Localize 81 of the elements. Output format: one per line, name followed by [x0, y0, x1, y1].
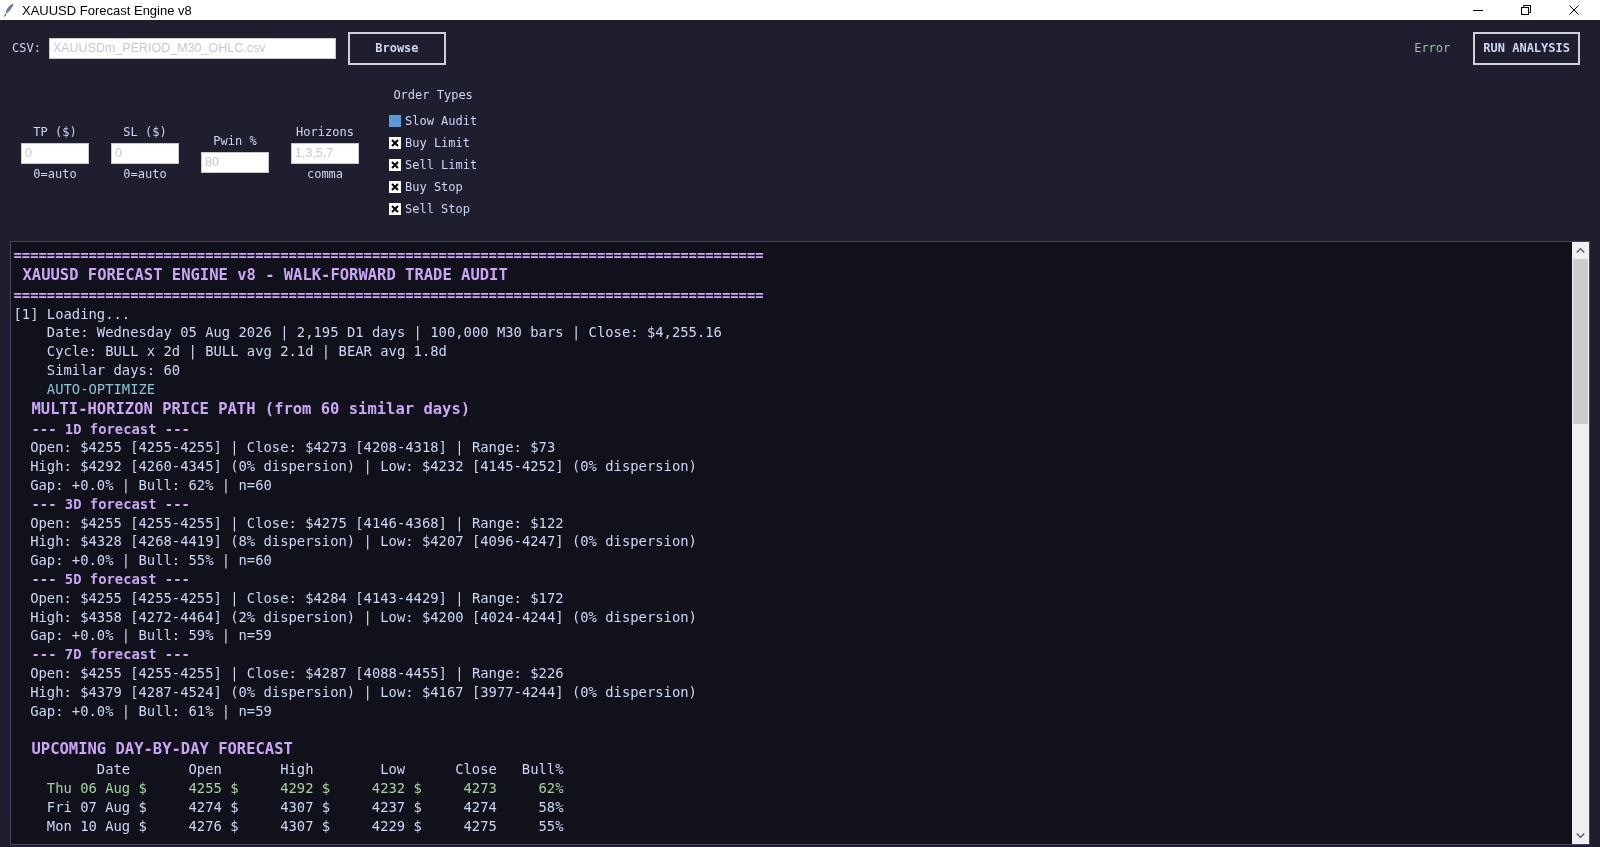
close-icon[interactable] — [1569, 5, 1579, 15]
restore-icon[interactable] — [1521, 5, 1531, 15]
scrollbar-thumb[interactable] — [1573, 259, 1588, 424]
table-cell: 4232 $ — [371, 778, 422, 798]
column-header: Date — [96, 760, 131, 779]
console-line: Open: $4255 [4255-4255] | Close: $4273 [4208-4318] | Range: $73 — [30, 438, 556, 458]
console-line: High: $4379 [4287-4524] (0% dispersion) | Low: $4167 [3977-4244] (0% dispersion) — [30, 682, 697, 702]
subsection-heading: --- 5D forecast --- — [31, 569, 190, 589]
console-line: Gap: +0.0% | Bull: 62% | n=60 — [30, 475, 272, 495]
console-line: Open: $4255 [4255-4255] | Close: $4275 [4146-4368] | Range: $122 — [30, 513, 564, 533]
subsection-heading: --- 3D forecast --- — [31, 494, 190, 514]
console-line: Date: Wednesday 05 Aug 2026 | 2,195 D1 days | 100,000 M30 bars | Close: $4,255.16 — [46, 323, 722, 343]
column-header: High — [280, 760, 314, 779]
param-label: Pwin % — [213, 133, 257, 149]
checkbox[interactable] — [389, 159, 401, 171]
console-rule: ========================================================================================== — [13, 285, 764, 305]
console-line: High: $4358 [4272-4464] (2% dispersion) | Low: $4200 [4024-4244] (0% dispersion) — [30, 607, 697, 627]
checkbox[interactable] — [389, 181, 401, 193]
console-line: Similar days: 60 — [46, 361, 181, 380]
run-analysis-button[interactable]: RUN ANALYSIS — [1473, 31, 1580, 65]
table-cell: Fri 07 Aug $ — [46, 797, 147, 817]
console-title: XAUUSD FORECAST ENGINE v8 - WALK-FORWARD TRADE AUDIT — [22, 264, 508, 286]
console-line: High: $4292 [4260-4345] (0% dispersion) | Low: $4232 [4145-4252] (0% dispersion) — [30, 457, 697, 476]
console-line: Open: $4255 [4255-4255] | Close: $4287 [4088-4455] | Range: $226 — [30, 663, 564, 683]
table-cell: 4292 $ — [280, 778, 331, 798]
param-label: Horizons — [296, 124, 354, 140]
csv-label: CSV: — [12, 41, 41, 55]
console-rule: ========================================================================================== — [13, 246, 764, 265]
table-cell: 4274 — [463, 797, 497, 817]
chevron-up-icon[interactable] — [1576, 248, 1585, 253]
console-line: Cycle: BULL x 2d | BULL avg 2.1d | BEAR avg 1.8d — [46, 342, 447, 361]
checkbox-label[interactable]: Buy Stop — [405, 180, 463, 194]
table-cell: 4275 — [463, 816, 497, 836]
hint-text: 0=auto — [123, 166, 167, 182]
table-cell: 4273 — [463, 778, 497, 798]
console-line: High: $4328 [4268-4419] (8% dispersion) | Low: $4207 [4096-4247] (0% dispersion) — [30, 532, 697, 552]
console-line: Gap: +0.0% | Bull: 61% | n=59 — [30, 701, 272, 721]
checkbox-label[interactable]: Sell Stop — [405, 202, 471, 216]
hint-text: 0=auto — [33, 166, 77, 182]
scrollbar[interactable] — [1572, 242, 1589, 844]
hint-text: comma — [306, 166, 344, 182]
subsection-heading: --- 1D forecast --- — [31, 419, 190, 439]
checkbox[interactable] — [389, 115, 401, 127]
checkbox-label[interactable]: Sell Limit — [405, 158, 478, 172]
minimize-icon[interactable] — [1473, 9, 1483, 11]
section-heading: UPCOMING DAY-BY-DAY FORECAST — [31, 739, 293, 761]
checkbox-label[interactable]: Buy Limit — [405, 136, 471, 150]
feather-icon — [4, 3, 14, 17]
checkbox[interactable] — [389, 203, 401, 215]
console-line: Gap: +0.0% | Bull: 55% | n=60 — [30, 551, 272, 570]
browse-button[interactable]: Browse — [347, 31, 446, 65]
column-header: Bull% — [521, 760, 564, 779]
table-cell: 4276 $ — [188, 816, 239, 836]
console-line: [1] Loading... — [13, 304, 131, 324]
table-cell: 58% — [538, 797, 564, 817]
section-heading: MULTI-HORIZON PRICE PATH (from 60 similar days) — [31, 398, 471, 420]
chevron-down-icon[interactable] — [1576, 833, 1585, 838]
console-line: Gap: +0.0% | Bull: 59% | n=59 — [30, 626, 272, 646]
group-heading: Order Types — [393, 88, 473, 103]
subsection-heading: --- 7D forecast --- — [31, 645, 190, 664]
table-cell: 55% — [538, 816, 564, 836]
table-cell: 4255 $ — [188, 778, 239, 798]
checkbox-label[interactable]: Slow Audit — [405, 114, 478, 128]
table-cell: 62% — [538, 778, 564, 798]
checkbox[interactable] — [389, 137, 401, 149]
param-label: TP ($) — [33, 124, 77, 140]
console-line: Open: $4255 [4255-4255] | Close: $4284 [4143-4429] | Range: $172 — [30, 588, 564, 608]
table-cell: 4229 $ — [371, 816, 422, 836]
table-cell: Thu 06 Aug $ — [46, 778, 147, 798]
column-header: Low — [380, 760, 406, 779]
column-header: Close — [455, 760, 497, 779]
status-text: Error — [1414, 41, 1451, 55]
window-title: XAUUSD Forecast Engine v8 — [22, 2, 192, 18]
table-cell: 4307 $ — [280, 797, 331, 817]
table-cell: 4274 $ — [188, 797, 239, 817]
table-cell: 4307 $ — [280, 816, 331, 836]
console-note: AUTO-OPTIMIZE — [46, 379, 156, 399]
param-label: SL ($) — [123, 124, 167, 140]
table-cell: Mon 10 Aug $ — [46, 816, 147, 836]
column-header: Open — [188, 760, 222, 779]
table-cell: 4237 $ — [371, 797, 422, 817]
